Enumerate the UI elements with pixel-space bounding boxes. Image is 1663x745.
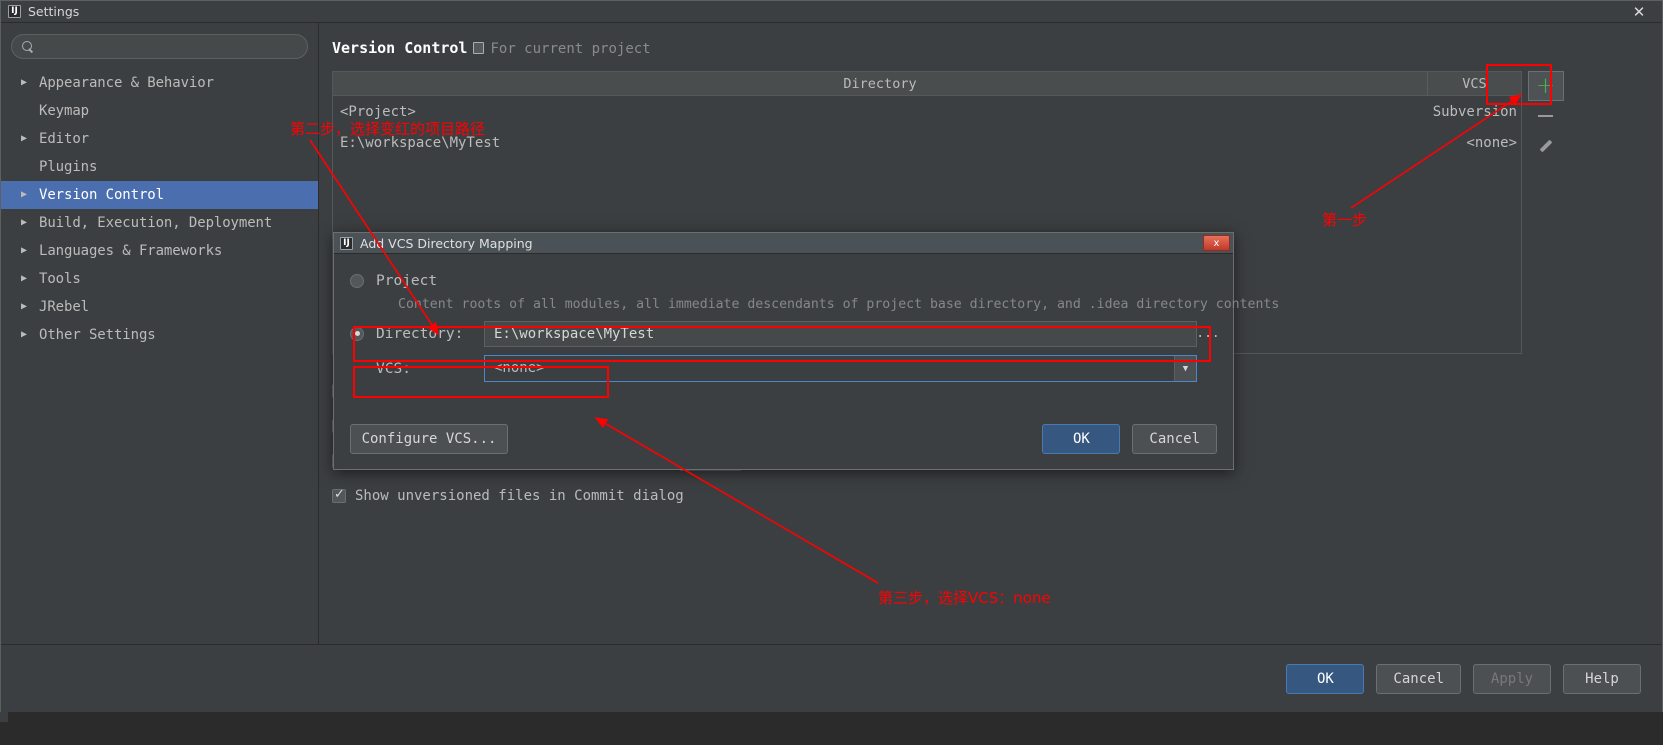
- close-icon[interactable]: ✕: [1616, 1, 1662, 23]
- column-header-directory[interactable]: Directory: [333, 71, 1428, 96]
- page-subtitle: For current project: [490, 41, 651, 57]
- sidebar-item-label: Keymap: [39, 103, 89, 119]
- cancel-button[interactable]: Cancel: [1376, 663, 1461, 694]
- radio-project[interactable]: [350, 274, 364, 288]
- dialog-cancel-button[interactable]: Cancel: [1132, 424, 1217, 454]
- sidebar-item-tools[interactable]: ▶ Tools: [1, 265, 318, 293]
- option-label: Show unversioned files in Commit dialog: [355, 487, 684, 504]
- checkbox-show-unversioned-files[interactable]: [332, 487, 346, 503]
- project-scope-icon: [473, 42, 485, 54]
- sidebar-item-label: Tools: [39, 271, 81, 287]
- chevron-right-icon: ▶: [21, 245, 27, 256]
- dialog-footer: OK Cancel Apply Help: [1, 644, 1662, 712]
- search-box[interactable]: [11, 34, 308, 59]
- dialog-body: Project Content roots of all modules, al…: [334, 254, 1280, 470]
- option-show-unversioned-files[interactable]: Show unversioned files in Commit dialog: [332, 478, 1432, 513]
- dialog-ok-button[interactable]: OK: [1042, 424, 1121, 454]
- sidebar-item-other-settings[interactable]: ▶ Other Settings: [1, 321, 318, 349]
- chevron-placeholder-icon: ▶: [21, 162, 37, 172]
- window-title-bar: IJ Settings ✕: [1, 1, 1662, 23]
- chevron-right-icon: ▶: [21, 217, 27, 228]
- minus-icon: [1538, 115, 1553, 117]
- table-header-row: Directory VCS: [333, 71, 1521, 96]
- settings-sidebar: ▶ Appearance & Behavior ▶ Keymap ▶ Edito…: [1, 23, 319, 644]
- edit-mapping-button[interactable]: [1528, 131, 1564, 161]
- sidebar-item-label: Other Settings: [39, 327, 156, 343]
- pencil-icon: [1539, 139, 1552, 153]
- sidebar-item-languages-frameworks[interactable]: ▶ Languages & Frameworks: [1, 237, 318, 265]
- apply-button[interactable]: Apply: [1473, 663, 1551, 694]
- dialog-title-bar: IJ Add VCS Directory Mapping x: [334, 233, 1233, 254]
- radio-project-label: Project: [376, 273, 438, 289]
- dialog-close-icon[interactable]: x: [1203, 235, 1230, 251]
- sidebar-item-label: Appearance & Behavior: [39, 75, 214, 91]
- page-header: Version Control For current project: [332, 39, 651, 57]
- sidebar-item-label: Build, Execution, Deployment: [39, 215, 273, 231]
- cell-directory: E:\workspace\MyTest: [340, 134, 501, 151]
- dialog-title: Add VCS Directory Mapping: [360, 235, 533, 251]
- annotation-step1: 第一步: [1322, 211, 1368, 229]
- table-row[interactable]: E:\workspace\MyTest <none>: [333, 127, 1521, 158]
- sidebar-item-jrebel[interactable]: ▶ JRebel: [1, 293, 318, 321]
- remove-mapping-button[interactable]: [1528, 101, 1564, 131]
- cell-vcs: <none>: [1466, 134, 1517, 151]
- search-input[interactable]: [34, 39, 297, 54]
- chevron-right-icon: ▶: [21, 329, 27, 340]
- sidebar-item-label: Languages & Frameworks: [39, 243, 223, 259]
- ok-button[interactable]: OK: [1286, 663, 1365, 694]
- radio-option-project[interactable]: Project: [350, 268, 1217, 294]
- help-button[interactable]: Help: [1563, 663, 1641, 694]
- dialog-button-bar: Configure VCS... OK Cancel: [350, 424, 1217, 454]
- configure-vcs-label: Configure VCS...: [361, 431, 497, 447]
- chevron-right-icon: ▶: [21, 189, 27, 200]
- intellij-logo-icon: IJ: [340, 236, 353, 250]
- sidebar-item-label: Version Control: [39, 187, 164, 203]
- table-row[interactable]: <Project> Subversion: [333, 96, 1521, 127]
- chevron-right-icon: ▶: [21, 273, 27, 284]
- page-title: Version Control: [332, 39, 468, 57]
- window-title: Settings: [28, 4, 80, 19]
- chevron-placeholder-icon: ▶: [21, 106, 37, 116]
- sidebar-item-label: Plugins: [39, 159, 98, 175]
- cell-directory: <Project>: [340, 103, 416, 120]
- sidebar-item-appearance-behavior[interactable]: ▶ Appearance & Behavior: [1, 69, 318, 97]
- chevron-right-icon: ▶: [21, 301, 27, 312]
- settings-tree: ▶ Appearance & Behavior ▶ Keymap ▶ Edito…: [1, 69, 318, 349]
- sidebar-item-plugins[interactable]: ▶ Plugins: [1, 153, 318, 181]
- sidebar-item-keymap[interactable]: ▶ Keymap: [1, 97, 318, 125]
- project-scope-hint: Content roots of all modules, all immedi…: [398, 297, 1280, 312]
- sidebar-item-label: Editor: [39, 131, 89, 147]
- annotation-box-add-button: [1486, 64, 1552, 105]
- annotation-box-directory-row: [353, 326, 1211, 362]
- annotation-box-vcs-row: [353, 366, 609, 398]
- chevron-right-icon: ▶: [21, 133, 27, 144]
- search-icon: [22, 40, 34, 53]
- sidebar-item-editor[interactable]: ▶ Editor: [1, 125, 318, 153]
- intellij-logo-icon: IJ: [8, 5, 21, 18]
- configure-vcs-button[interactable]: Configure VCS...: [350, 424, 508, 454]
- cell-vcs: Subversion: [1432, 103, 1517, 120]
- sidebar-item-build-execution-deployment[interactable]: ▶ Build, Execution, Deployment: [1, 209, 318, 237]
- sidebar-item-version-control[interactable]: ▶ Version Control: [1, 181, 318, 209]
- annotation-step2: 第二步，选择变红的项目路径: [290, 120, 486, 138]
- annotation-step3: 第三步，选择VCS：none: [878, 589, 1051, 607]
- chevron-right-icon: ▶: [21, 77, 27, 88]
- sidebar-item-label: JRebel: [39, 299, 89, 315]
